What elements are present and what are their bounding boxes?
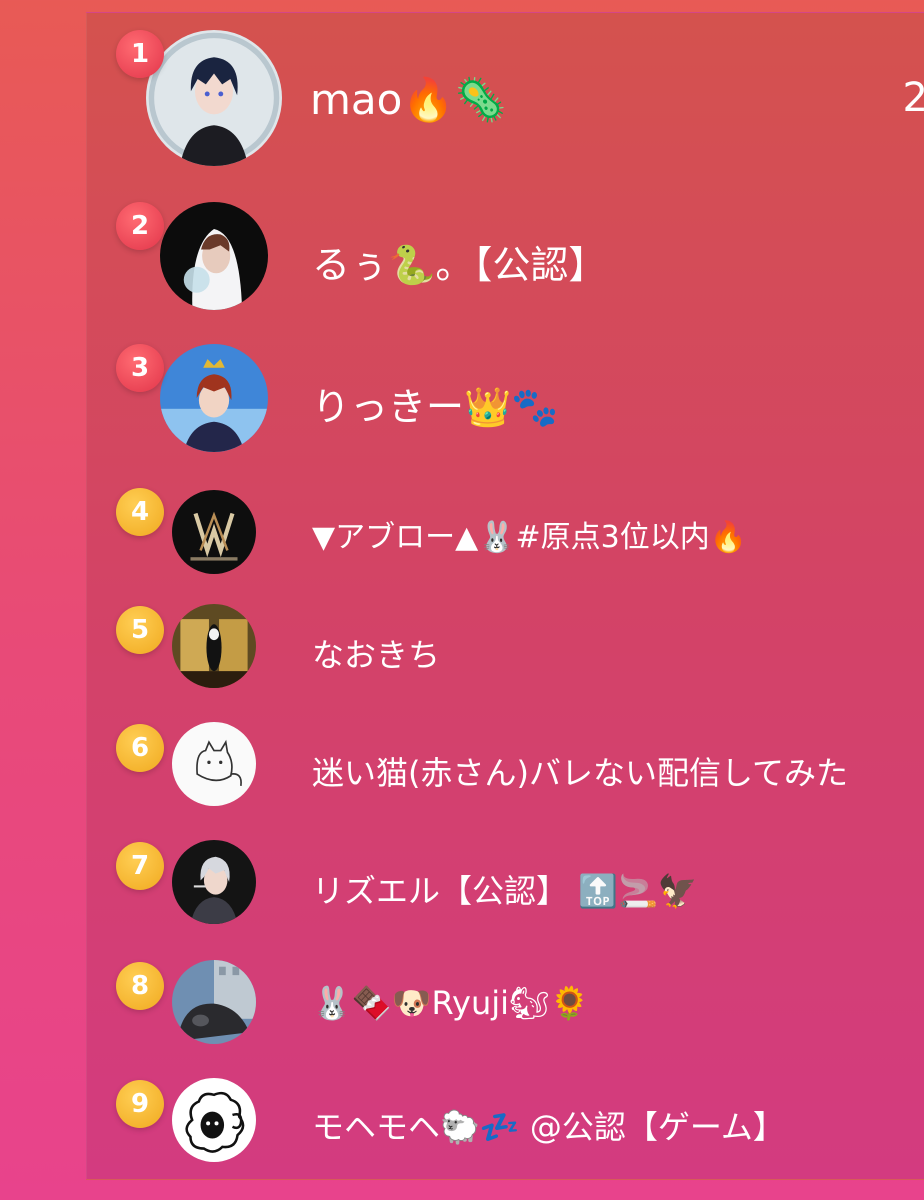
rank-badge: 6: [116, 724, 164, 772]
player-name: 🐰🍫🐶Ryuji🐿🌻: [312, 984, 590, 1022]
rank-badge: 1: [116, 30, 164, 78]
avatar[interactable]: [172, 840, 256, 924]
avatar[interactable]: [172, 604, 256, 688]
score: 2: [902, 75, 924, 121]
player-name: mao🔥🦠: [310, 75, 507, 124]
avatar[interactable]: [146, 30, 282, 166]
player-name: りっきー👑🐾: [312, 385, 559, 429]
player-name: リズエル【公認】 🔝🚬🦅: [312, 872, 698, 910]
player-name: なおきち: [312, 636, 441, 674]
player-name: るぅ🐍。【公認】: [312, 243, 607, 287]
rank-badge: 7: [116, 842, 164, 890]
rank-badge: 4: [116, 488, 164, 536]
avatar[interactable]: [160, 344, 268, 452]
player-name: 迷い猫(赤さん)バレない配信してみた: [312, 754, 849, 792]
rank-badge: 3: [116, 344, 164, 392]
player-name: モヘモヘ🐑💤 @公認【ゲーム】: [312, 1108, 785, 1146]
avatar[interactable]: [172, 960, 256, 1044]
rank-badge: 8: [116, 962, 164, 1010]
avatar[interactable]: [172, 490, 256, 574]
rank-badge: 5: [116, 606, 164, 654]
rank-badge: 2: [116, 202, 164, 250]
avatar[interactable]: [172, 1078, 256, 1162]
avatar[interactable]: [172, 722, 256, 806]
rank-badge: 9: [116, 1080, 164, 1128]
avatar[interactable]: [160, 202, 268, 310]
player-name: ▼アブロー▲🐰#原点3位以内🔥: [312, 520, 748, 555]
